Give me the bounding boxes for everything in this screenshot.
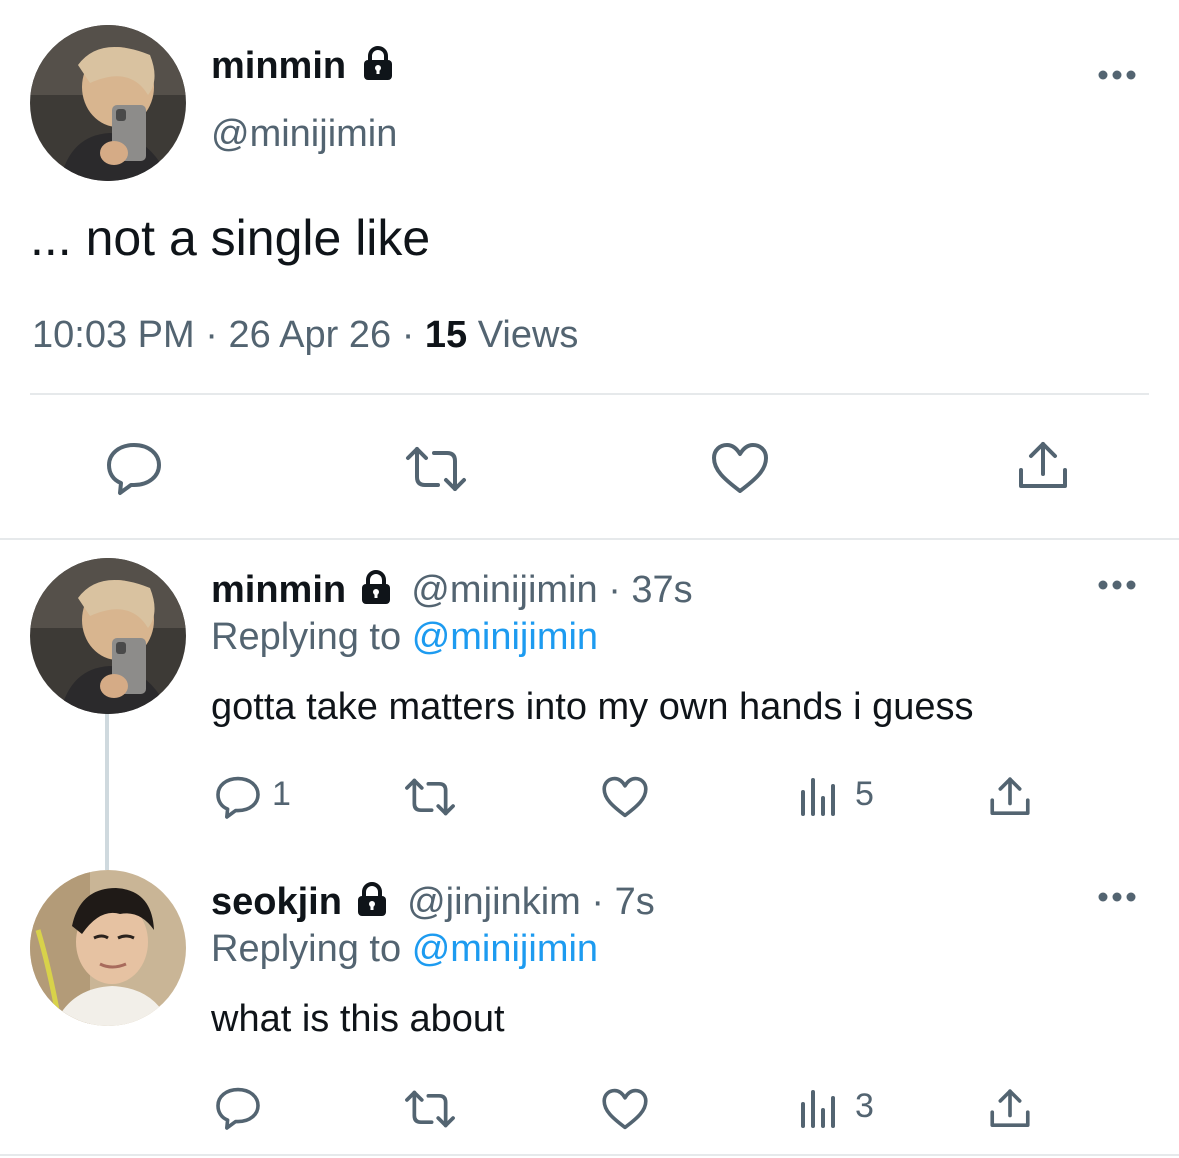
lock-icon (363, 46, 392, 80)
display-name[interactable]: minmin (211, 569, 346, 611)
replying-to-label: Replying to (211, 928, 402, 970)
reply-text: what is this about (211, 998, 505, 1040)
retweet-icon[interactable] (402, 776, 458, 818)
reply-icon[interactable] (214, 1085, 262, 1131)
avatar[interactable] (30, 25, 186, 181)
views-count[interactable]: 5 (855, 775, 874, 814)
views-count[interactable]: 3 (855, 1087, 874, 1126)
separator: · (401, 314, 415, 356)
views-label[interactable]: Views (478, 314, 579, 356)
replying-to-label: Replying to (211, 616, 402, 658)
like-icon[interactable] (601, 775, 649, 819)
reply-icon[interactable] (104, 440, 164, 496)
replying-to-link[interactable]: @minijimin (412, 928, 598, 970)
more-icon[interactable] (1097, 69, 1137, 81)
separator: · (591, 881, 605, 923)
reply-icon[interactable] (214, 774, 262, 820)
replying-to-link[interactable]: @minijimin (412, 616, 598, 658)
retweet-icon[interactable] (402, 444, 470, 494)
display-name[interactable]: seokjin (211, 881, 342, 923)
tweet-time[interactable]: 10:03 PM (32, 314, 195, 356)
avatar[interactable] (30, 870, 186, 1026)
views-icon[interactable] (798, 776, 838, 816)
lock-icon (361, 570, 390, 604)
lock-icon (357, 882, 386, 916)
reply-text: gotta take matters into my own hands i g… (211, 686, 974, 728)
avatar[interactable] (30, 558, 186, 714)
divider (30, 393, 1149, 395)
handle[interactable]: @jinjinkim (407, 881, 581, 923)
display-name[interactable]: minmin (211, 45, 346, 87)
separator: · (205, 314, 218, 356)
reply-count[interactable]: 1 (272, 775, 291, 814)
share-icon[interactable] (988, 776, 1032, 818)
share-icon[interactable] (1016, 440, 1070, 492)
thread-line (105, 710, 109, 870)
reply-age[interactable]: 37s (631, 569, 692, 611)
separator: · (608, 569, 621, 611)
tweet-text: ... not a single like (30, 210, 431, 266)
like-icon[interactable] (710, 441, 770, 495)
handle[interactable]: @minijimin (411, 569, 597, 611)
reply-age[interactable]: 7s (615, 881, 655, 923)
retweet-icon[interactable] (402, 1088, 458, 1130)
tweet-date[interactable]: 26 Apr 26 (228, 314, 391, 356)
share-icon[interactable] (988, 1088, 1032, 1130)
like-icon[interactable] (601, 1087, 649, 1131)
divider (0, 1154, 1179, 1156)
divider (0, 538, 1179, 540)
more-icon[interactable] (1097, 891, 1137, 903)
handle[interactable]: @minijimin (211, 110, 397, 158)
views-count[interactable]: 15 (425, 314, 467, 356)
views-icon[interactable] (798, 1088, 838, 1128)
more-icon[interactable] (1097, 579, 1137, 591)
